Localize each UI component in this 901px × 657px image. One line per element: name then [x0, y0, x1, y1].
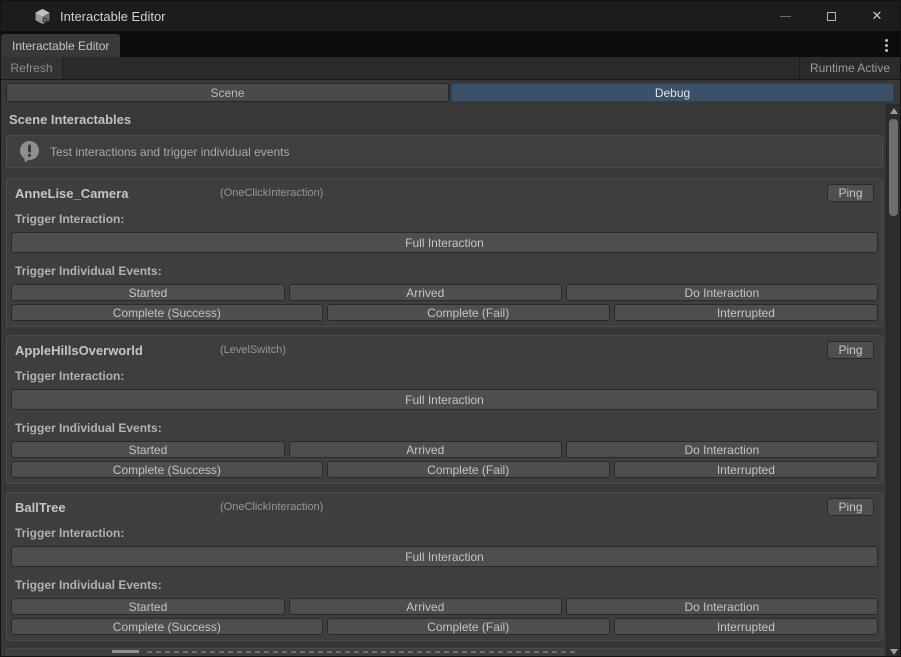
started-button[interactable]: Started	[11, 284, 285, 301]
section-header: AnneLise_Camera (OneClickInteraction) Pi…	[11, 184, 878, 202]
interactable-type: (OneClickInteraction)	[220, 501, 323, 513]
interactable-section-applehills-overworld: AppleHillsOverworld (LevelSwitch) Ping T…	[6, 335, 883, 484]
do-interaction-button[interactable]: Do Interaction	[566, 441, 878, 458]
ping-button[interactable]: Ping	[827, 184, 874, 202]
ping-button[interactable]: Ping	[827, 341, 874, 359]
event-button-row: Started Arrived Do Interaction	[11, 598, 878, 615]
arrived-button[interactable]: Arrived	[289, 598, 562, 615]
interactable-type: (OneClickInteraction)	[220, 187, 323, 199]
section-header: BallTree (OneClickInteraction) Ping	[11, 498, 878, 516]
event-button-row: Complete (Success) Complete (Fail) Inter…	[11, 461, 878, 478]
info-bubble-icon	[17, 139, 42, 164]
do-interaction-button[interactable]: Do Interaction	[566, 284, 878, 301]
trigger-interaction-label: Trigger Interaction:	[15, 369, 878, 384]
debug-panel: Scene Interactables Test interactions an…	[1, 104, 886, 657]
clipped-content	[112, 650, 139, 653]
complete-success-button[interactable]: Complete (Success)	[11, 304, 323, 321]
started-button[interactable]: Started	[11, 441, 285, 458]
clipped-content	[147, 651, 577, 653]
event-button-row: Started Arrived Do Interaction	[11, 284, 878, 301]
trigger-events-label: Trigger Individual Events:	[15, 264, 878, 279]
interactable-name: AnneLise_Camera	[15, 186, 220, 201]
toolbar: Refresh Runtime Active	[1, 57, 900, 80]
interactable-name: AppleHillsOverworld	[15, 343, 220, 358]
complete-fail-button[interactable]: Complete (Fail)	[327, 618, 610, 635]
window-controls: ✕	[778, 9, 900, 23]
minimize-icon[interactable]	[778, 9, 792, 23]
event-button-row: Complete (Success) Complete (Fail) Inter…	[11, 304, 878, 321]
event-button-row: Started Arrived Do Interaction	[11, 441, 878, 458]
interactable-type: (LevelSwitch)	[220, 344, 286, 356]
interactable-section-balltree: BallTree (OneClickInteraction) Ping Trig…	[6, 492, 883, 641]
interrupted-button[interactable]: Interrupted	[614, 618, 878, 635]
full-interaction-button[interactable]: Full Interaction	[11, 389, 878, 410]
trigger-events-label: Trigger Individual Events:	[15, 421, 878, 436]
full-interaction-button[interactable]: Full Interaction	[11, 546, 878, 567]
scroll-up-arrow-icon[interactable]	[890, 108, 898, 114]
complete-success-button[interactable]: Complete (Success)	[11, 461, 323, 478]
interrupted-button[interactable]: Interrupted	[614, 304, 878, 321]
help-box: Test interactions and trigger individual…	[6, 135, 883, 168]
started-button[interactable]: Started	[11, 598, 285, 615]
arrived-button[interactable]: Arrived	[289, 441, 562, 458]
help-text: Test interactions and trigger individual…	[50, 145, 289, 159]
runtime-active-label: Runtime Active	[799, 57, 900, 79]
interactable-editor-window: Interactable Editor ✕ Interactable Edito…	[0, 0, 901, 657]
do-interaction-button[interactable]: Do Interaction	[566, 598, 878, 615]
scroll-region: Scene Interactables Test interactions an…	[1, 104, 900, 657]
trigger-interaction-label: Trigger Interaction:	[15, 212, 878, 227]
vertical-scrollbar[interactable]	[886, 104, 900, 657]
tab-interactable-editor[interactable]: Interactable Editor	[1, 34, 120, 57]
full-interaction-button[interactable]: Full Interaction	[11, 232, 878, 253]
page-title: Scene Interactables	[9, 112, 886, 127]
interactable-section-annelise-camera: AnneLise_Camera (OneClickInteraction) Pi…	[6, 178, 883, 327]
cube-icon	[34, 8, 51, 25]
maximize-icon[interactable]	[824, 9, 838, 23]
kebab-menu-icon[interactable]	[883, 37, 890, 54]
editor-tab-strip: Interactable Editor	[1, 31, 900, 57]
section-header: AppleHillsOverworld (LevelSwitch) Ping	[11, 341, 878, 359]
close-icon[interactable]: ✕	[870, 9, 884, 23]
interactable-name: BallTree	[15, 500, 220, 515]
ping-button[interactable]: Ping	[827, 498, 874, 516]
scroll-down-arrow-icon[interactable]	[890, 649, 898, 655]
complete-fail-button[interactable]: Complete (Fail)	[327, 461, 610, 478]
event-button-row: Complete (Success) Complete (Fail) Inter…	[11, 618, 878, 635]
clipped-next-section	[6, 648, 883, 657]
view-mode-tabs: Scene Debug	[1, 80, 900, 104]
tab-debug[interactable]: Debug	[451, 83, 894, 102]
complete-fail-button[interactable]: Complete (Fail)	[327, 304, 610, 321]
toolbar-spacer	[63, 57, 799, 79]
tab-scene[interactable]: Scene	[6, 83, 449, 102]
window-title: Interactable Editor	[60, 9, 166, 24]
trigger-events-label: Trigger Individual Events:	[15, 578, 878, 593]
trigger-interaction-label: Trigger Interaction:	[15, 526, 878, 541]
title-bar: Interactable Editor ✕	[1, 1, 900, 31]
refresh-button[interactable]: Refresh	[1, 57, 63, 79]
scrollbar-thumb[interactable]	[889, 119, 898, 216]
interrupted-button[interactable]: Interrupted	[614, 461, 878, 478]
complete-success-button[interactable]: Complete (Success)	[11, 618, 323, 635]
arrived-button[interactable]: Arrived	[289, 284, 562, 301]
